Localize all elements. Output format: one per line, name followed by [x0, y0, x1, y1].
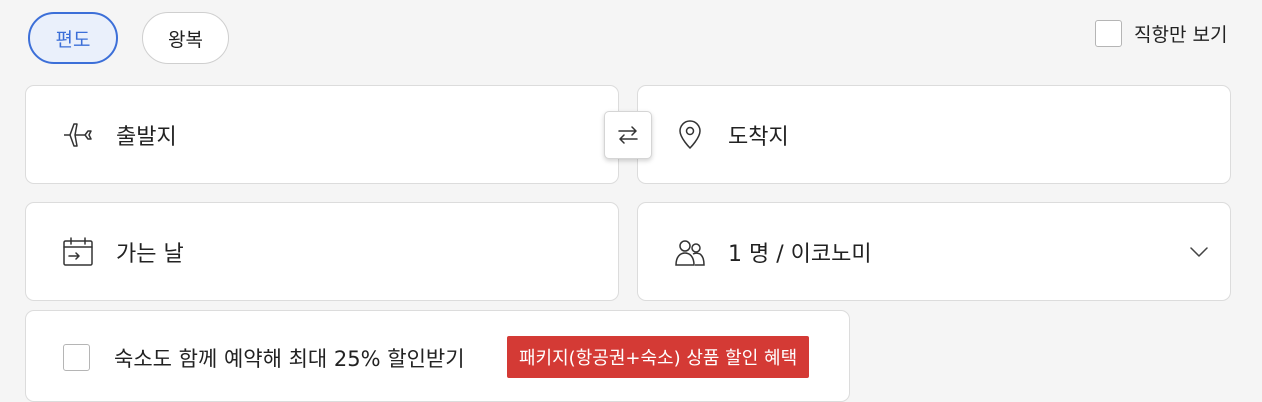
- direct-flights-label: 직항만 보기: [1134, 24, 1228, 46]
- origin-placeholder: 출발지: [116, 124, 177, 150]
- direct-flights-filter[interactable]: 직항만 보기: [1095, 20, 1227, 47]
- people-icon: [675, 239, 705, 266]
- destination-placeholder: 도착지: [728, 124, 789, 150]
- swap-locations-button[interactable]: [604, 111, 652, 159]
- departure-date-field[interactable]: 가는 날: [25, 202, 619, 301]
- chevron-down-icon: [1190, 246, 1208, 257]
- direct-flights-checkbox[interactable]: [1095, 20, 1122, 47]
- hotel-bundle-checkbox[interactable]: [63, 344, 90, 371]
- round-trip-label: 왕복: [168, 28, 203, 51]
- swap-arrows-icon: [618, 126, 638, 144]
- date-placeholder: 가는 날: [116, 241, 184, 267]
- origin-field[interactable]: 출발지: [25, 85, 619, 184]
- map-pin-icon: [679, 119, 701, 149]
- package-discount-text: 패키지(항공권+숙소) 상품 할인 혜택: [519, 348, 798, 369]
- calendar-icon: [63, 236, 93, 266]
- package-discount-badge: 패키지(항공권+숙소) 상품 할인 혜택: [507, 336, 810, 378]
- flight-search-form: 편도 왕복 직항만 보기 출발지 도착지 가는 날 1 명 / 이코노미 숙소도…: [0, 0, 1262, 402]
- one-way-label: 편도: [55, 28, 91, 51]
- hotel-bundle-label[interactable]: 숙소도 함께 예약해 최대 25% 할인받기: [114, 343, 465, 373]
- airplane-icon: [64, 122, 92, 147]
- passengers-class-value: 1 명 / 이코노미: [728, 241, 872, 267]
- one-way-toggle[interactable]: 편도: [28, 12, 118, 64]
- passengers-class-selector[interactable]: 1 명 / 이코노미: [637, 202, 1231, 301]
- hotel-bundle-option: 숙소도 함께 예약해 최대 25% 할인받기 패키지(항공권+숙소) 상품 할인…: [25, 310, 850, 402]
- destination-field[interactable]: 도착지: [637, 85, 1231, 184]
- round-trip-toggle[interactable]: 왕복: [142, 12, 229, 64]
